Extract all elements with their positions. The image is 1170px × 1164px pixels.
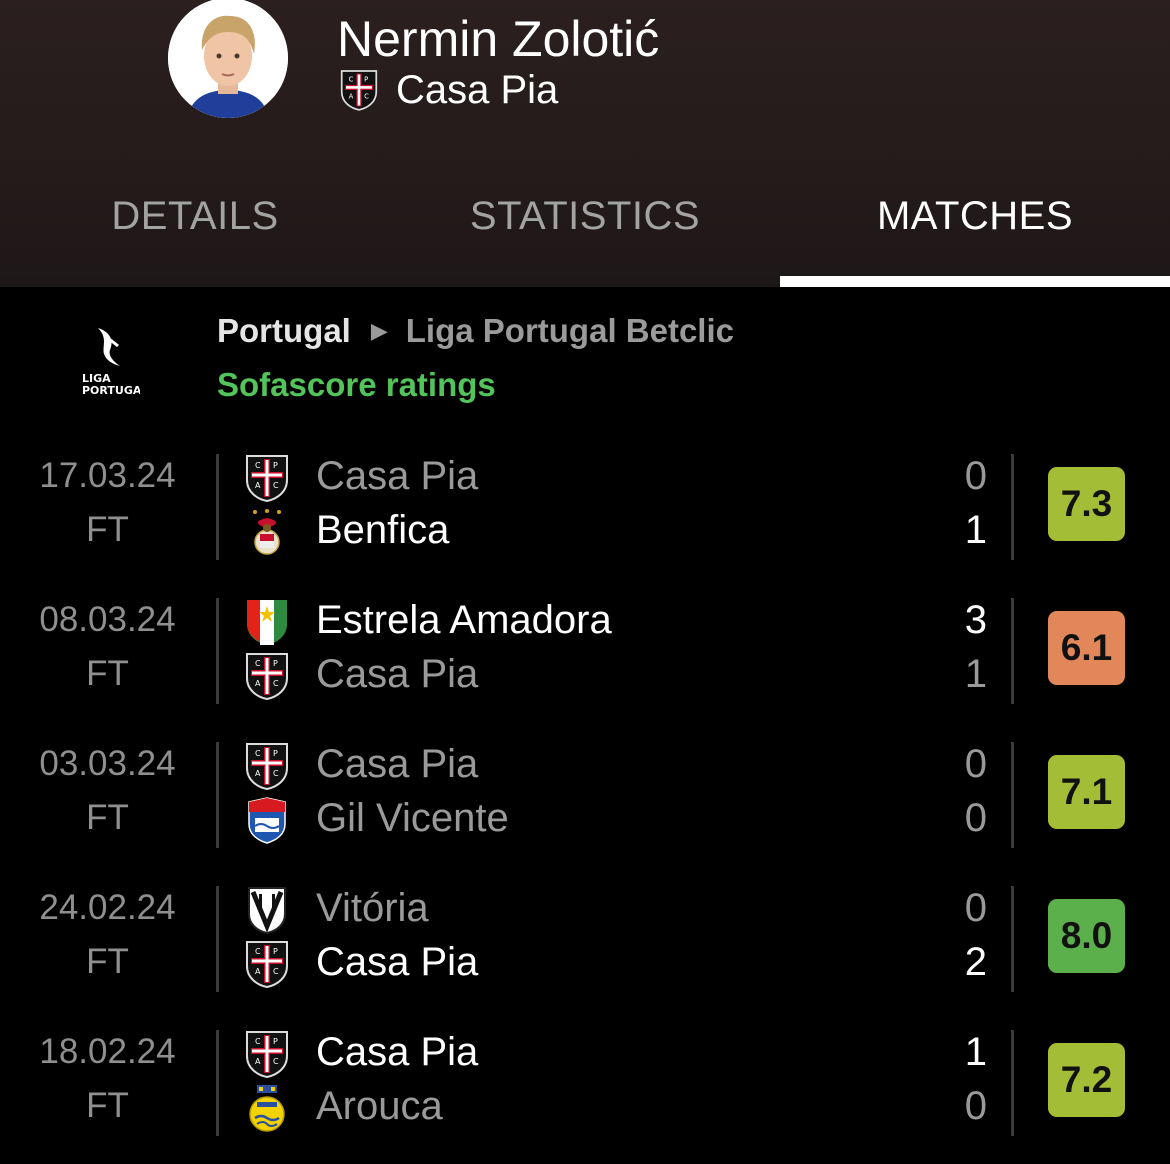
rating-badge[interactable]: 7.2 [1048,1043,1125,1117]
match-home-team: Casa Pia 0 [245,738,1005,792]
divider [216,1030,219,1136]
arouca-crest-icon [245,1084,289,1132]
match-date: 03.03.24 [39,744,176,783]
team-name: Vitória [316,886,429,930]
match-row[interactable]: 08.03.24 FT Estrela Amadora 3 Casa Pia 1… [0,594,1170,704]
match-status: FT [86,510,129,549]
svg-text:PORTUGAL: PORTUGAL [82,384,140,394]
match-home-team: Casa Pia 0 [245,450,1005,504]
casa-pia-crest-icon [245,1030,289,1078]
casa-pia-crest-icon [340,68,378,112]
divider [216,454,219,560]
tab-details[interactable]: DETAILS [0,180,390,287]
team-score: 1 [964,652,987,696]
team-score: 3 [964,598,987,642]
ratings-label: Sofascore ratings [217,366,496,403]
casa-pia-crest-icon [245,940,289,988]
match-date: 18.02.24 [39,1032,176,1071]
match-status: FT [86,942,129,981]
divider [216,742,219,848]
breadcrumb-league[interactable]: Liga Portugal Betclic [406,312,734,350]
breadcrumb-country[interactable]: Portugal [217,312,351,350]
divider [1011,742,1014,848]
match-status: FT [86,1086,129,1125]
tab-bar: DETAILS STATISTICS MATCHES [0,180,1170,287]
match-row[interactable]: 18.02.24 FT Casa Pia 1 Arouca 0 7.2 [0,1026,1170,1136]
match-status: FT [86,798,129,837]
benfica-crest-icon [245,508,289,556]
match-home-team: Estrela Amadora 3 [245,594,1005,648]
match-away-team: Casa Pia 2 [245,936,1005,990]
casa-pia-crest-icon [245,652,289,700]
player-avatar[interactable] [168,0,288,118]
team-name: Arouca [316,1084,443,1128]
casa-pia-crest-icon [245,454,289,502]
player-photo-icon [168,0,288,118]
match-home-team: Vitória 0 [245,882,1005,936]
match-row[interactable]: 24.02.24 FT Vitória 0 Casa Pia 2 8.0 [0,882,1170,992]
team-name: Benfica [316,508,450,552]
match-away-team: Benfica 1 [245,504,1005,558]
rating-badge[interactable]: 8.0 [1048,899,1125,973]
team-name: Casa Pia [316,742,479,786]
team-score: 1 [964,508,987,552]
match-away-team: Arouca 0 [245,1080,1005,1134]
team-name: Casa Pia [316,1030,479,1074]
match-away-team: Casa Pia 1 [245,648,1005,702]
team-name: Casa Pia [316,652,479,696]
league-section: LIGA PORTUGAL Portugal ▶ Liga Portugal B… [0,300,1170,430]
casa-pia-crest-icon [245,742,289,790]
team-score: 0 [964,886,987,930]
team-score: 1 [964,1030,987,1074]
match-row[interactable]: 17.03.24 FT Casa Pia 0 Benfica 1 7.3 [0,450,1170,560]
rating-badge[interactable]: 7.1 [1048,755,1125,829]
match-date: 24.02.24 [39,888,176,927]
player-header: Nermin Zolotić Casa Pia DETAILS STATISTI… [0,0,1170,287]
team-score: 0 [964,742,987,786]
rating-badge[interactable]: 7.3 [1048,467,1125,541]
team-name: Casa Pia [396,67,559,112]
divider [1011,1030,1014,1136]
estrela-amadora-crest-icon [245,598,289,646]
liga-portugal-logo-icon: LIGA PORTUGAL [82,328,140,394]
match-status: FT [86,654,129,693]
match-away-team: Gil Vicente 0 [245,792,1005,846]
tab-statistics[interactable]: STATISTICS [390,180,780,287]
caret-right-icon: ▶ [370,318,388,343]
tab-matches[interactable]: MATCHES [780,180,1170,287]
player-team[interactable]: Casa Pia [340,66,558,114]
team-score: 0 [964,1084,987,1128]
team-name: Gil Vicente [316,796,509,840]
divider [216,886,219,992]
gil-vicente-crest-icon [245,796,289,844]
team-score: 0 [964,454,987,498]
team-score: 0 [964,796,987,840]
divider [1011,598,1014,704]
team-name: Estrela Amadora [316,598,612,642]
player-name: Nermin Zolotić [337,11,660,67]
league-breadcrumb[interactable]: Portugal ▶ Liga Portugal Betclic [217,312,734,350]
vitoria-crest-icon [245,886,289,934]
team-name: Casa Pia [316,454,479,498]
divider [1011,886,1014,992]
rating-badge[interactable]: 6.1 [1048,611,1125,685]
match-row[interactable]: 03.03.24 FT Casa Pia 0 Gil Vicente 0 7.1 [0,738,1170,848]
match-date: 17.03.24 [39,456,176,495]
team-score: 2 [964,940,987,984]
divider [1011,454,1014,560]
match-date: 08.03.24 [39,600,176,639]
match-home-team: Casa Pia 1 [245,1026,1005,1080]
divider [216,598,219,704]
team-name: Casa Pia [316,940,479,984]
